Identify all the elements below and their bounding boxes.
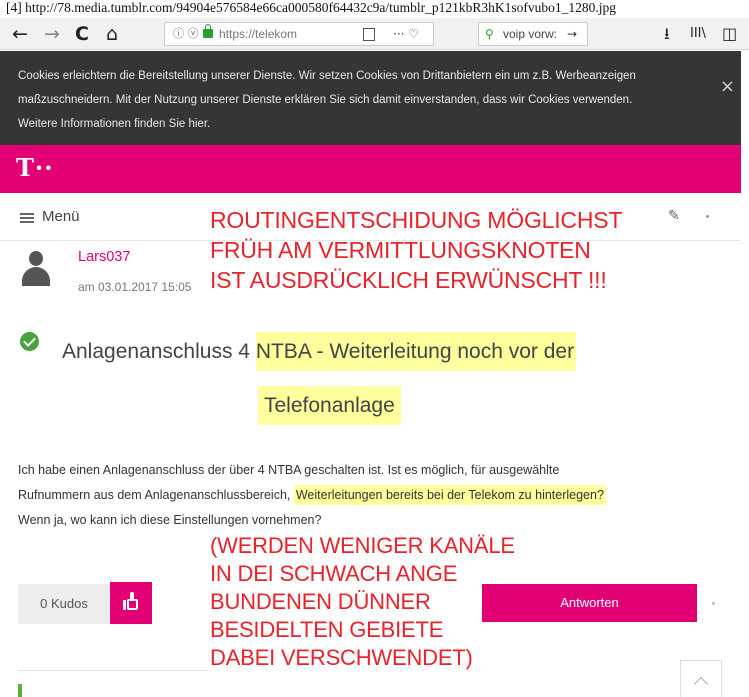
cookie-banner: Cookies erleichtern die Bereitstellung u… <box>0 51 741 145</box>
post-title-highlight: NTBA - Weiterleitung noch vor der <box>255 332 577 371</box>
close-icon[interactable]: × <box>720 75 735 99</box>
forward-button[interactable]: → <box>40 22 64 46</box>
annotation-line: IN DEI SCHWACH ANGE <box>210 561 458 586</box>
thumbs-up-icon <box>123 592 139 610</box>
annotation-line: (WERDEN WENIGER KANÄLE <box>210 533 515 558</box>
post-date: am 03.01.2017 15:05 <box>78 280 192 294</box>
more-icon[interactable] <box>712 602 715 605</box>
cookie-text-line: maßzuschneidern. Mit der Nutzung unserer… <box>18 94 633 106</box>
search-bar[interactable]: ⚲ voip vorw: → <box>478 22 588 46</box>
kudos-button[interactable] <box>110 582 152 624</box>
search-input[interactable]: voip vorw: <box>503 23 565 45</box>
sidebar-icon[interactable]: ◫ <box>722 22 737 46</box>
post-title-line2: Telefonanlage <box>258 386 401 425</box>
post-body-text: Rufnummern aus dem Anlagenanschlussberei… <box>18 488 294 502</box>
post-body-line: Rufnummern aus dem Anlagenanschlussberei… <box>18 485 606 505</box>
reload-button[interactable]: C <box>70 22 94 46</box>
lock-icon <box>203 24 213 38</box>
post-body-line: Wenn ja, wo kann ich diese Einstellungen… <box>18 513 322 527</box>
avatar[interactable] <box>20 250 52 286</box>
library-icon[interactable]: III\ <box>690 22 706 46</box>
author-link[interactable]: Lars037 <box>78 249 130 265</box>
reader-view-icon[interactable] <box>363 28 375 41</box>
annotation-line: FRÜH AM VERMITTLUNGSKNOTEN <box>210 237 591 263</box>
telekom-logo[interactable]: T·· <box>16 153 54 182</box>
download-icon[interactable]: ⭳ <box>664 22 670 46</box>
annotation-top: ROUTINGENTSCHIDUNG MÖGLICHST FRÜH AM VER… <box>210 205 622 295</box>
post-body-highlight: Weiterleitungen bereits bei der Telekom … <box>293 485 606 505</box>
annotation-line: BESIDELTEN GEBIETE <box>210 617 444 642</box>
annotation-line: BUNDENEN DÜNNER <box>210 589 431 614</box>
annotation-line: ROUTINGENTSCHIDUNG MÖGLICHST <box>210 207 623 233</box>
image-caption: [4] http://78.media.tumblr.com/94904e576… <box>6 0 617 15</box>
divider <box>18 670 208 671</box>
annotation-line: IST AUSDRÜCKLICH ERWÜNSCHT !!! <box>210 267 607 293</box>
brand-header: T·· <box>0 145 741 193</box>
home-button[interactable]: ⌂ <box>100 22 124 46</box>
url-bar[interactable]: ⓘ ⓥ https://telekom ··· ♡ ☆ <box>164 22 434 63</box>
solution-indicator <box>18 684 22 697</box>
scroll-to-top-button[interactable] <box>680 660 722 697</box>
url-text[interactable]: https://telekom <box>219 23 339 45</box>
search-icon: ⚲ <box>485 27 494 41</box>
annotation-bottom: (WERDEN WENIGER KANÄLE IN DEI SCHWACH AN… <box>210 532 515 672</box>
annotation-line: DABEI VERSCHWENDET) <box>210 645 473 670</box>
hamburger-icon[interactable] <box>20 213 34 223</box>
more-icon[interactable] <box>706 215 709 218</box>
menu-button[interactable]: Menü <box>42 208 80 225</box>
cookie-more-info-link[interactable]: Weitere Informationen finden Sie hier. <box>18 112 721 136</box>
back-button[interactable]: ← <box>8 22 32 46</box>
cookie-text-line: Cookies erleichtern die Bereitstellung u… <box>18 70 636 82</box>
post-body-line: Ich habe einen Anlagenanschluss der über… <box>18 463 560 477</box>
post-title-highlight: Telefonanlage <box>258 386 401 425</box>
pencil-icon[interactable]: ✎ <box>668 208 680 224</box>
search-go-button[interactable]: → <box>567 23 577 45</box>
solved-check-icon <box>20 332 39 351</box>
kudos-count: 0 Kudos <box>18 584 110 624</box>
site-info-icon[interactable]: ⓘ ⓥ <box>173 23 199 45</box>
post-title-part: Anlagenanschluss 4 <box>62 340 256 363</box>
browser-toolbar: ← → C ⌂ ⓘ ⓥ https://telekom ··· ♡ ☆ ⚲ vo… <box>0 18 749 63</box>
post-title: Anlagenanschluss 4 NTBA - Weiterleitung … <box>62 332 577 371</box>
